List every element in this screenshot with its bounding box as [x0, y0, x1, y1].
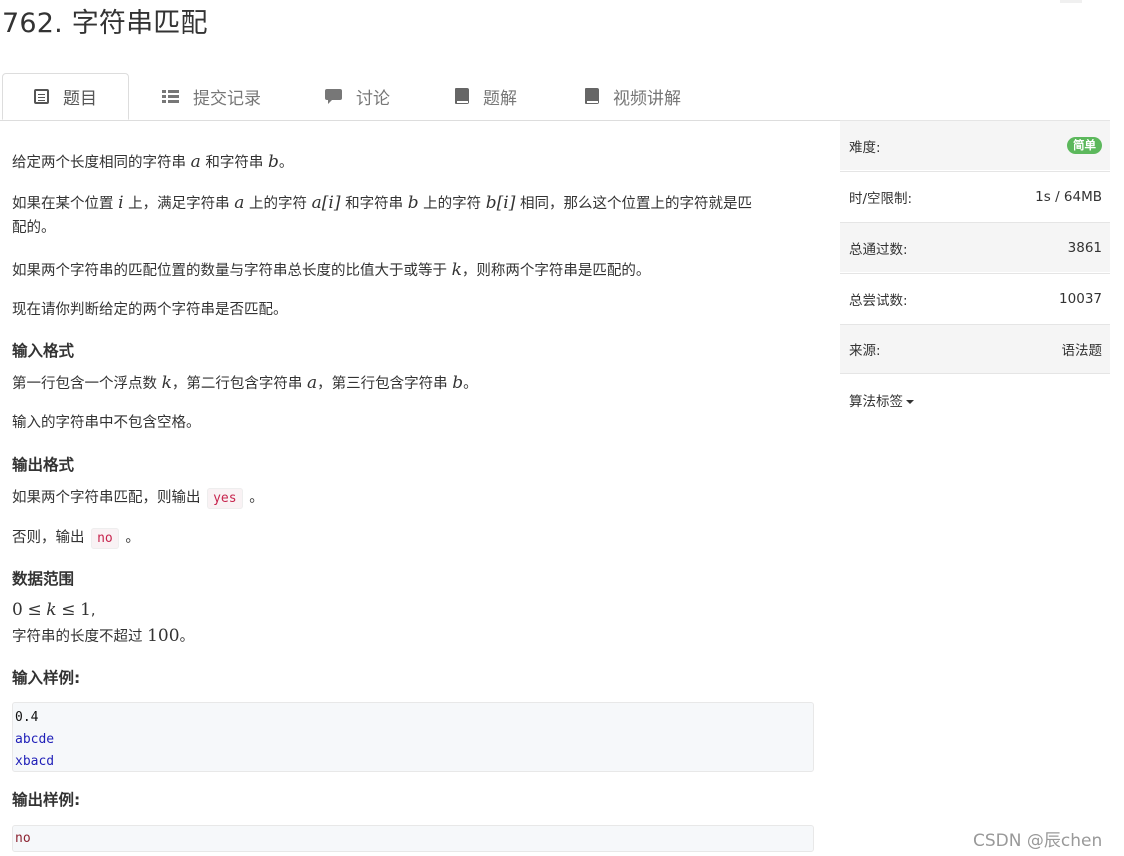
- data-range-paragraph-2: 字符串的长度不超过 100。: [12, 626, 195, 646]
- problem-paragraph-3: 如果两个字符串的匹配位置的数量与字符串总长度的比值大于或等于 k，则称两个字符串…: [12, 260, 651, 280]
- math-k: k: [451, 260, 462, 280]
- sample-output-block[interactable]: no: [12, 825, 814, 852]
- book-icon: [455, 88, 469, 104]
- code-yes: yes: [207, 488, 243, 509]
- tab-submissions[interactable]: 提交记录: [162, 73, 261, 119]
- tab-submissions-label: 提交记录: [193, 88, 261, 109]
- list-icon: [162, 89, 179, 103]
- comment-icon: [325, 88, 342, 104]
- problem-tabs: 题目 提交记录 讨论 题解 视频讲解: [0, 73, 1110, 121]
- top-corner-decoration: [1060, 0, 1082, 3]
- problem-paragraph-4: 现在请你判断给定的两个字符串是否匹配。: [12, 302, 288, 318]
- code-no: no: [91, 528, 119, 549]
- math-b: b: [267, 152, 279, 172]
- watermark: CSDN @辰chen: [973, 831, 1103, 851]
- accepted-value: 3861: [1067, 239, 1102, 256]
- sample-input-line: 0.4: [15, 710, 39, 725]
- tab-problem[interactable]: 题目: [2, 73, 129, 120]
- limit-row: 时/空限制: 1s / 64MB: [840, 171, 1110, 221]
- accepted-label: 总通过数:: [849, 241, 908, 258]
- data-range-heading: 数据范围: [12, 570, 75, 588]
- page-title: 762. 字符串匹配: [2, 8, 208, 39]
- tab-solutions[interactable]: 题解: [455, 73, 517, 119]
- problem-paragraph-1: 给定两个长度相同的字符串 a 和字符串 b。: [12, 152, 294, 172]
- sample-output-line: no: [15, 831, 31, 846]
- problem-paragraph-2: 如果在某个位置 i 上，满足字符串 a 上的字符 a[i] 和字符串 b 上的字…: [12, 193, 752, 213]
- data-range-paragraph-1: 0 ≤ k ≤ 1,: [12, 600, 96, 620]
- tab-video[interactable]: 视频讲解: [585, 73, 681, 119]
- tags-label: 算法标签: [849, 394, 903, 410]
- difficulty-row: 难度: 简单: [840, 120, 1110, 170]
- math-b-i: b[i]: [485, 193, 516, 213]
- tab-video-label: 视频讲解: [613, 88, 681, 109]
- accepted-row: 总通过数: 3861: [840, 222, 1110, 272]
- sample-input-line: abcde: [15, 732, 55, 747]
- attempts-value: 10037: [1059, 290, 1102, 307]
- sample-output-heading: 输出样例:: [12, 791, 81, 809]
- input-format-paragraph-2: 输入的字符串中不包含空格。: [12, 415, 201, 431]
- tab-discussion-label: 讨论: [356, 88, 390, 109]
- output-format-paragraph-2: 否则，输出 no 。: [12, 525, 140, 552]
- input-format-paragraph-1: 第一行包含一个浮点数 k，第二行包含字符串 a，第三行包含字符串 b。: [12, 373, 478, 393]
- sample-input-heading: 输入样例:: [12, 669, 81, 687]
- source-row: 来源: 语法题: [840, 324, 1110, 374]
- difficulty-badge: 简单: [1067, 137, 1102, 154]
- output-format-paragraph-1: 如果两个字符串匹配，则输出 yes 。: [12, 485, 264, 512]
- math-b: b: [452, 373, 464, 393]
- list-alt-icon: [34, 89, 49, 104]
- source-value: 语法题: [1061, 343, 1103, 359]
- problem-paragraph-2-cont: 配的。: [12, 220, 56, 236]
- sample-input-line: xbacd: [15, 754, 55, 769]
- output-format-heading: 输出格式: [12, 456, 75, 474]
- caret-down-icon: [906, 400, 914, 404]
- input-format-heading: 输入格式: [12, 342, 75, 360]
- math-k: k: [161, 373, 172, 393]
- limit-value: 1s / 64MB: [1035, 188, 1102, 205]
- math-b: b: [407, 193, 419, 213]
- tab-solutions-label: 题解: [483, 88, 517, 109]
- book-icon: [585, 88, 599, 104]
- source-label: 来源:: [849, 343, 881, 359]
- math-a: a: [307, 373, 318, 393]
- tags-row[interactable]: 算法标签: [840, 375, 1110, 425]
- attempts-row: 总尝试数: 10037: [840, 273, 1110, 323]
- attempts-label: 总尝试数:: [849, 292, 908, 309]
- difficulty-label: 难度:: [849, 139, 881, 156]
- tab-problem-label: 题目: [63, 89, 97, 109]
- sample-input-block[interactable]: 0.4 abcde xbacd: [12, 702, 814, 772]
- tags-toggle[interactable]: 算法标签: [849, 390, 914, 410]
- tab-discussion[interactable]: 讨论: [325, 73, 390, 119]
- math-a: a: [190, 152, 201, 172]
- math-a-i: a[i]: [311, 193, 341, 213]
- math-a: a: [234, 193, 245, 213]
- limit-label: 时/空限制:: [849, 190, 913, 207]
